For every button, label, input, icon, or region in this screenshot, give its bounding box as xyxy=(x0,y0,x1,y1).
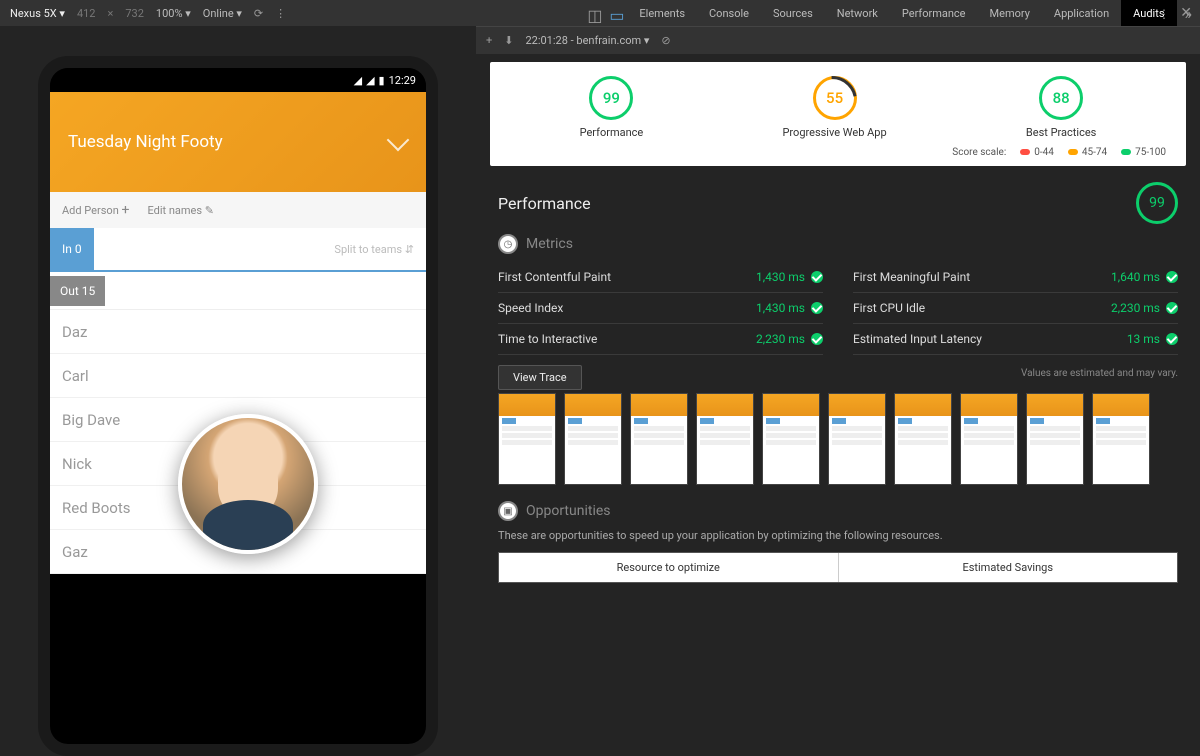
network-selector[interactable]: Online ▾ xyxy=(203,7,242,20)
metric-value: 2,230 ms xyxy=(1111,301,1178,315)
filmstrip-frame[interactable] xyxy=(762,393,820,485)
pwa-label: Progressive Web App xyxy=(782,126,886,139)
check-icon xyxy=(811,333,823,345)
tab-elements[interactable]: Elements xyxy=(627,0,697,26)
estimate-note: Values are estimated and may vary. xyxy=(498,368,1178,379)
add-person-button[interactable]: Add Person + xyxy=(62,202,129,218)
edit-names-button[interactable]: Edit names ✎ xyxy=(147,204,214,217)
avatar xyxy=(178,414,318,554)
device-frame: ◢ ◢ ▮ 12:29 Tuesday Night Footy Add Pers… xyxy=(38,56,438,756)
score-card: 99 Performance 55 Progressive Web App 88… xyxy=(490,62,1186,166)
clock-value: 12:29 xyxy=(389,74,416,87)
wifi-icon: ◢ xyxy=(354,74,362,87)
pencil-icon: ✎ xyxy=(205,204,214,217)
table-header: Estimated Savings xyxy=(839,553,1178,582)
app-title: Tuesday Night Footy xyxy=(68,132,223,152)
metric-value: 1,430 ms xyxy=(756,270,823,284)
filmstrip-frame[interactable] xyxy=(498,393,556,485)
tab-in[interactable]: In 0 xyxy=(50,228,94,270)
metric-name: Estimated Input Latency xyxy=(853,332,982,346)
filmstrip-frame[interactable] xyxy=(1026,393,1084,485)
perf-label: Performance xyxy=(580,126,644,139)
split-teams-button[interactable]: Split to teams ⇵ xyxy=(334,243,414,256)
metric-value: 1,430 ms xyxy=(756,301,823,315)
view-trace-button[interactable]: View Trace xyxy=(498,365,582,390)
check-icon xyxy=(811,271,823,283)
filmstrip-frame[interactable] xyxy=(960,393,1018,485)
dim-separator: × xyxy=(107,7,113,20)
metric-value: 2,230 ms xyxy=(756,332,823,346)
more-icon[interactable]: ⋮ xyxy=(275,7,286,20)
filmstrip-frame[interactable] xyxy=(894,393,952,485)
filmstrip-frame[interactable] xyxy=(828,393,886,485)
check-icon xyxy=(1166,333,1178,345)
check-icon xyxy=(1166,271,1178,283)
inspect-icon[interactable]: ◫ xyxy=(587,6,601,20)
opportunities-icon: ▣ xyxy=(498,501,518,521)
scale-label: Score scale: xyxy=(952,147,1006,158)
zoom-selector[interactable]: 100% ▾ xyxy=(156,7,191,20)
metric-name: First Contentful Paint xyxy=(498,270,611,284)
stopwatch-icon: ◷ xyxy=(498,234,518,254)
tab-console[interactable]: Console xyxy=(697,0,761,26)
tab-out[interactable]: Out 15 xyxy=(50,276,105,306)
battery-icon: ▮ xyxy=(379,74,385,87)
device-icon[interactable]: ▭ xyxy=(609,6,623,20)
metric-name: First Meaningful Paint xyxy=(853,270,970,284)
metric-name: First CPU Idle xyxy=(853,301,925,315)
opportunities-heading: Opportunities xyxy=(526,503,611,519)
audit-selector[interactable]: 22:01:28 - benfrain.com ▾ xyxy=(525,34,649,47)
height-value: 732 xyxy=(125,7,144,20)
perf-score[interactable]: 99 xyxy=(589,76,633,120)
tab-application[interactable]: Application xyxy=(1042,0,1121,26)
scale-green: 75-100 xyxy=(1121,147,1166,158)
close-icon[interactable]: ✕ xyxy=(1180,5,1192,21)
tab-sources[interactable]: Sources xyxy=(761,0,825,26)
chevron-down-icon[interactable] xyxy=(387,129,410,152)
plus-icon: + xyxy=(122,202,130,218)
section-title: Performance xyxy=(498,194,591,213)
scale-red: 0-44 xyxy=(1020,147,1054,158)
bp-label: Best Practices xyxy=(1026,126,1096,139)
filmstrip-frame[interactable] xyxy=(696,393,754,485)
tab-performance[interactable]: Performance xyxy=(890,0,978,26)
opportunities-text: These are opportunities to speed up your… xyxy=(498,529,1178,542)
table-header: Resource to optimize xyxy=(499,553,839,582)
metric-value: 13 ms xyxy=(1127,332,1178,346)
check-icon xyxy=(811,302,823,314)
settings-icon[interactable]: ⋮ xyxy=(1158,7,1170,21)
metric-name: Speed Index xyxy=(498,301,563,315)
opportunities-table: Resource to optimize Estimated Savings xyxy=(498,552,1178,583)
width-value: 412 xyxy=(77,7,96,20)
filmstrip-frame[interactable] xyxy=(1092,393,1150,485)
rotate-icon[interactable]: ⟳ xyxy=(254,7,263,20)
clear-icon[interactable]: ⊘ xyxy=(661,34,670,47)
new-audit-icon[interactable]: + xyxy=(486,34,492,47)
pwa-score[interactable]: 55 xyxy=(813,76,857,120)
signal-icon: ◢ xyxy=(366,74,374,87)
list-item[interactable]: Daz xyxy=(50,310,426,354)
metric-name: Time to Interactive xyxy=(498,332,597,346)
section-score: 99 xyxy=(1136,182,1178,224)
tab-network[interactable]: Network xyxy=(825,0,890,26)
filmstrip-frame[interactable] xyxy=(564,393,622,485)
metrics-heading: Metrics xyxy=(526,236,573,252)
list-item[interactable]: Carl xyxy=(50,354,426,398)
tab-memory[interactable]: Memory xyxy=(978,0,1042,26)
metric-value: 1,640 ms xyxy=(1111,270,1178,284)
filter-icon: ⇵ xyxy=(405,243,414,256)
scale-orange: 45-74 xyxy=(1068,147,1107,158)
filmstrip-frame[interactable] xyxy=(630,393,688,485)
bp-score[interactable]: 88 xyxy=(1039,76,1083,120)
download-icon[interactable]: ⬇ xyxy=(504,34,513,47)
check-icon xyxy=(1166,302,1178,314)
filmstrip xyxy=(498,393,1178,485)
device-selector[interactable]: Nexus 5X ▾ xyxy=(10,7,65,20)
